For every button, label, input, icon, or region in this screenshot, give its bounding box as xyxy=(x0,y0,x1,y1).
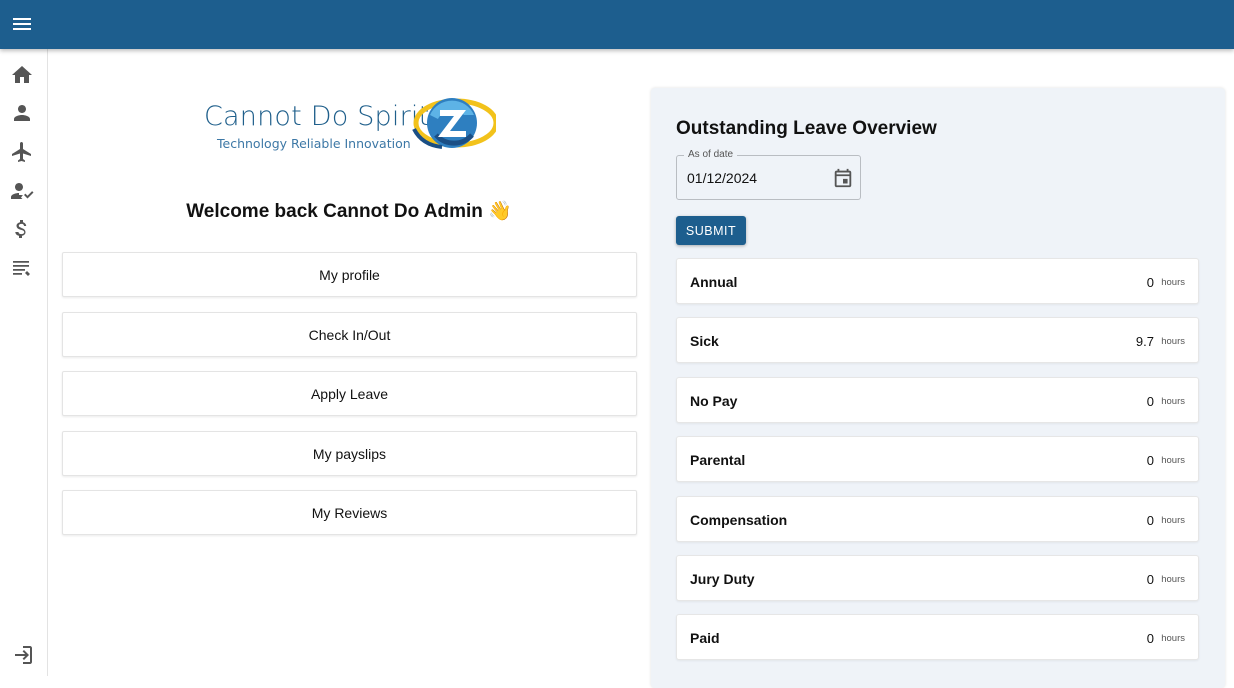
leave-item-annual: Annual 0 hours xyxy=(676,258,1199,304)
my-reviews-button[interactable]: My Reviews xyxy=(62,490,637,535)
logo-mark-icon xyxy=(412,98,496,149)
button-label: Apply Leave xyxy=(310,385,389,402)
leave-hours: 0 xyxy=(1146,513,1154,528)
leave-name: No Pay xyxy=(690,393,738,409)
list-icon[interactable] xyxy=(10,256,34,280)
date-field-value: 01/12/2024 xyxy=(687,170,758,186)
leave-overview-title: Outstanding Leave Overview xyxy=(676,118,937,139)
leave-item-no-pay: No Pay 0 hours xyxy=(676,377,1199,423)
button-label: My payslips xyxy=(312,445,387,462)
leave-unit: hours xyxy=(1161,455,1185,466)
my-profile-button[interactable]: My profile xyxy=(62,252,637,297)
leave-item-jury-duty: Jury Duty 0 hours xyxy=(676,555,1199,601)
leave-item-parental: Parental 0 hours xyxy=(676,436,1199,482)
leave-name: Annual xyxy=(690,274,738,290)
person-check-icon[interactable] xyxy=(10,179,34,203)
logo-tagline: Technology Reliable Innovation xyxy=(217,136,411,151)
leave-unit: hours xyxy=(1161,396,1185,407)
dashboard-left-pane: Cannot Do Spirit Technology Reliable Inn… xyxy=(48,49,650,676)
leave-unit: hours xyxy=(1161,515,1185,526)
leave-hours: 0 xyxy=(1146,453,1154,468)
logo-name: Cannot Do Spirit xyxy=(204,101,430,132)
check-in-out-button[interactable]: Check In/Out xyxy=(62,312,637,357)
leave-hours: 9.7 xyxy=(1135,334,1154,349)
button-label: My Reviews xyxy=(311,504,388,521)
button-label: My profile xyxy=(319,266,380,283)
as-of-date-field[interactable]: As of date 01/12/2024 xyxy=(676,149,861,200)
leave-unit: hours xyxy=(1161,336,1185,347)
menu-icon[interactable] xyxy=(10,12,34,36)
submit-button[interactable]: SUBMIT xyxy=(676,216,746,245)
welcome-message: Welcome back Cannot Do Admin 👋 xyxy=(186,201,512,222)
leave-item-compensation: Compensation 0 hours xyxy=(676,496,1199,542)
button-label: Check In/Out xyxy=(308,326,391,343)
leave-unit: hours xyxy=(1161,277,1185,288)
company-logo: Cannot Do Spirit Technology Reliable Inn… xyxy=(198,95,498,155)
my-payslips-button[interactable]: My payslips xyxy=(62,431,637,476)
leave-name: Jury Duty xyxy=(690,571,755,587)
leave-hours: 0 xyxy=(1146,572,1154,587)
airplane-icon[interactable] xyxy=(10,140,34,164)
leave-hours: 0 xyxy=(1146,275,1154,290)
leave-unit: hours xyxy=(1161,574,1185,585)
leave-hours: 0 xyxy=(1146,394,1154,409)
leave-name: Sick xyxy=(690,333,719,349)
leave-unit: hours xyxy=(1161,633,1185,644)
leave-name: Paid xyxy=(690,630,720,646)
calendar-icon[interactable] xyxy=(832,167,854,189)
date-field-label: As of date xyxy=(684,149,738,160)
leave-name: Compensation xyxy=(690,512,788,528)
apply-leave-button[interactable]: Apply Leave xyxy=(62,371,637,416)
logout-icon[interactable] xyxy=(10,643,34,667)
person-icon[interactable] xyxy=(10,101,34,125)
leave-name: Parental xyxy=(690,452,746,468)
dollar-icon[interactable] xyxy=(10,217,34,241)
top-app-bar xyxy=(0,0,1234,49)
sidebar xyxy=(0,49,48,676)
leave-hours: 0 xyxy=(1146,631,1154,646)
home-icon[interactable] xyxy=(10,63,34,87)
leave-item-paid: Paid 0 hours xyxy=(676,614,1199,660)
leave-overview-panel: Outstanding Leave Overview As of date 01… xyxy=(651,88,1225,688)
leave-item-sick: Sick 9.7 hours xyxy=(676,317,1199,363)
